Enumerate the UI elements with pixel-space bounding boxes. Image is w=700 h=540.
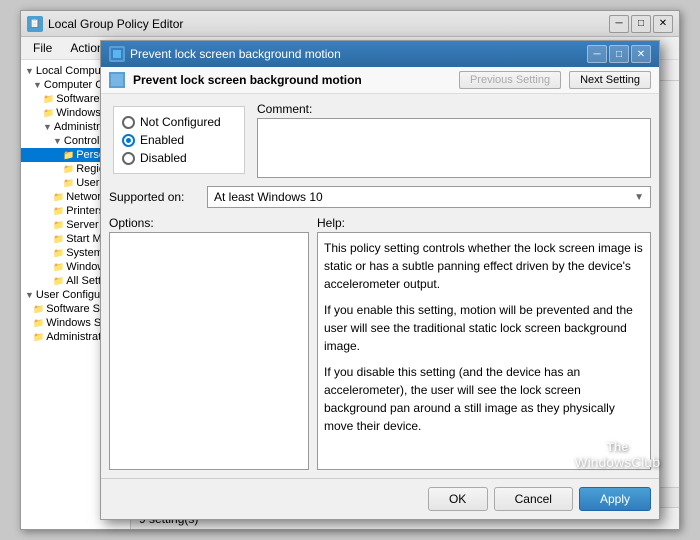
- folder-icon-8: 📁: [53, 220, 64, 231]
- help-para-1: This policy setting controls whether the…: [324, 239, 644, 293]
- dialog-icon: [109, 46, 125, 62]
- radio-disabled-label: Disabled: [140, 151, 187, 165]
- folder-icon-14: 📁: [33, 318, 44, 329]
- folder-icon-7: 📁: [53, 206, 64, 217]
- outer-window-title: Local Group Policy Editor: [48, 17, 183, 31]
- expand-icon-5: ▼: [25, 290, 34, 300]
- radio-not-configured[interactable]: Not Configured: [122, 115, 236, 129]
- radio-not-configured-label: Not Configured: [140, 115, 221, 129]
- dialog-minimize-button[interactable]: ─: [587, 45, 607, 63]
- folder-icon-12: 📁: [53, 276, 64, 287]
- folder-icon-1: 📁: [43, 94, 54, 105]
- radio-enabled-label: Enabled: [140, 133, 184, 147]
- expand-icon-2: ▼: [33, 80, 42, 90]
- dialog-title: Prevent lock screen background motion: [130, 47, 341, 61]
- radio-circle-enabled: [122, 134, 135, 147]
- menu-file[interactable]: File: [25, 39, 60, 57]
- apply-button[interactable]: Apply: [579, 487, 651, 511]
- folder-icon-11: 📁: [53, 262, 64, 273]
- policy-dialog: Prevent lock screen background motion ─ …: [100, 40, 660, 520]
- outer-close-button[interactable]: ✕: [653, 15, 673, 33]
- radio-disabled[interactable]: Disabled: [122, 151, 236, 165]
- next-setting-button[interactable]: Next Setting: [569, 71, 651, 89]
- options-box: [109, 232, 309, 470]
- folder-icon-6: 📁: [53, 192, 64, 203]
- help-para-2: If you enable this setting, motion will …: [324, 301, 644, 355]
- help-para-3: If you disable this setting (and the dev…: [324, 363, 644, 435]
- radio-circle-disabled: [122, 152, 135, 165]
- ok-button[interactable]: OK: [428, 487, 488, 511]
- folder-icon-10: 📁: [53, 248, 64, 259]
- outer-minimize-button[interactable]: ─: [609, 15, 629, 33]
- expand-icon: ▼: [25, 66, 34, 76]
- comment-label: Comment:: [257, 102, 651, 116]
- tree-printers-label: Printers: [66, 205, 104, 217]
- comment-textarea[interactable]: [257, 118, 651, 178]
- folder-icon-13: 📁: [33, 304, 44, 315]
- dialog-maximize-button[interactable]: □: [609, 45, 629, 63]
- supported-value-box: At least Windows 10 ▼: [207, 186, 651, 208]
- tree-server-label: Server: [66, 219, 98, 231]
- options-label: Options:: [109, 216, 309, 230]
- dialog-close-button[interactable]: ✕: [631, 45, 651, 63]
- supported-label: Supported on:: [109, 190, 199, 204]
- radio-circle-not-configured: [122, 116, 135, 129]
- supported-value: At least Windows 10: [214, 190, 323, 204]
- folder-icon-2: 📁: [43, 108, 54, 119]
- folder-icon-5: 📁: [63, 178, 74, 189]
- radio-enabled[interactable]: Enabled: [122, 133, 236, 147]
- cancel-button[interactable]: Cancel: [494, 487, 573, 511]
- app-icon: 📋: [27, 16, 43, 32]
- dialog-toolbar-title: Prevent lock screen background motion: [133, 73, 451, 87]
- expand-icon-3: ▼: [43, 122, 52, 132]
- outer-maximize-button[interactable]: □: [631, 15, 651, 33]
- dropdown-arrow-icon: ▼: [634, 192, 644, 203]
- folder-icon-3: 📁: [63, 150, 74, 161]
- prev-setting-button[interactable]: Previous Setting: [459, 71, 561, 89]
- folder-icon-9: 📁: [53, 234, 64, 245]
- help-box: This policy setting controls whether the…: [317, 232, 651, 470]
- folder-icon-4: 📁: [63, 164, 74, 175]
- expand-icon-4: ▼: [53, 136, 62, 146]
- folder-icon-15: 📁: [33, 332, 44, 343]
- dialog-toolbar-icon: [109, 72, 125, 88]
- help-label: Help:: [317, 216, 651, 230]
- tree-system-label: System: [66, 247, 103, 259]
